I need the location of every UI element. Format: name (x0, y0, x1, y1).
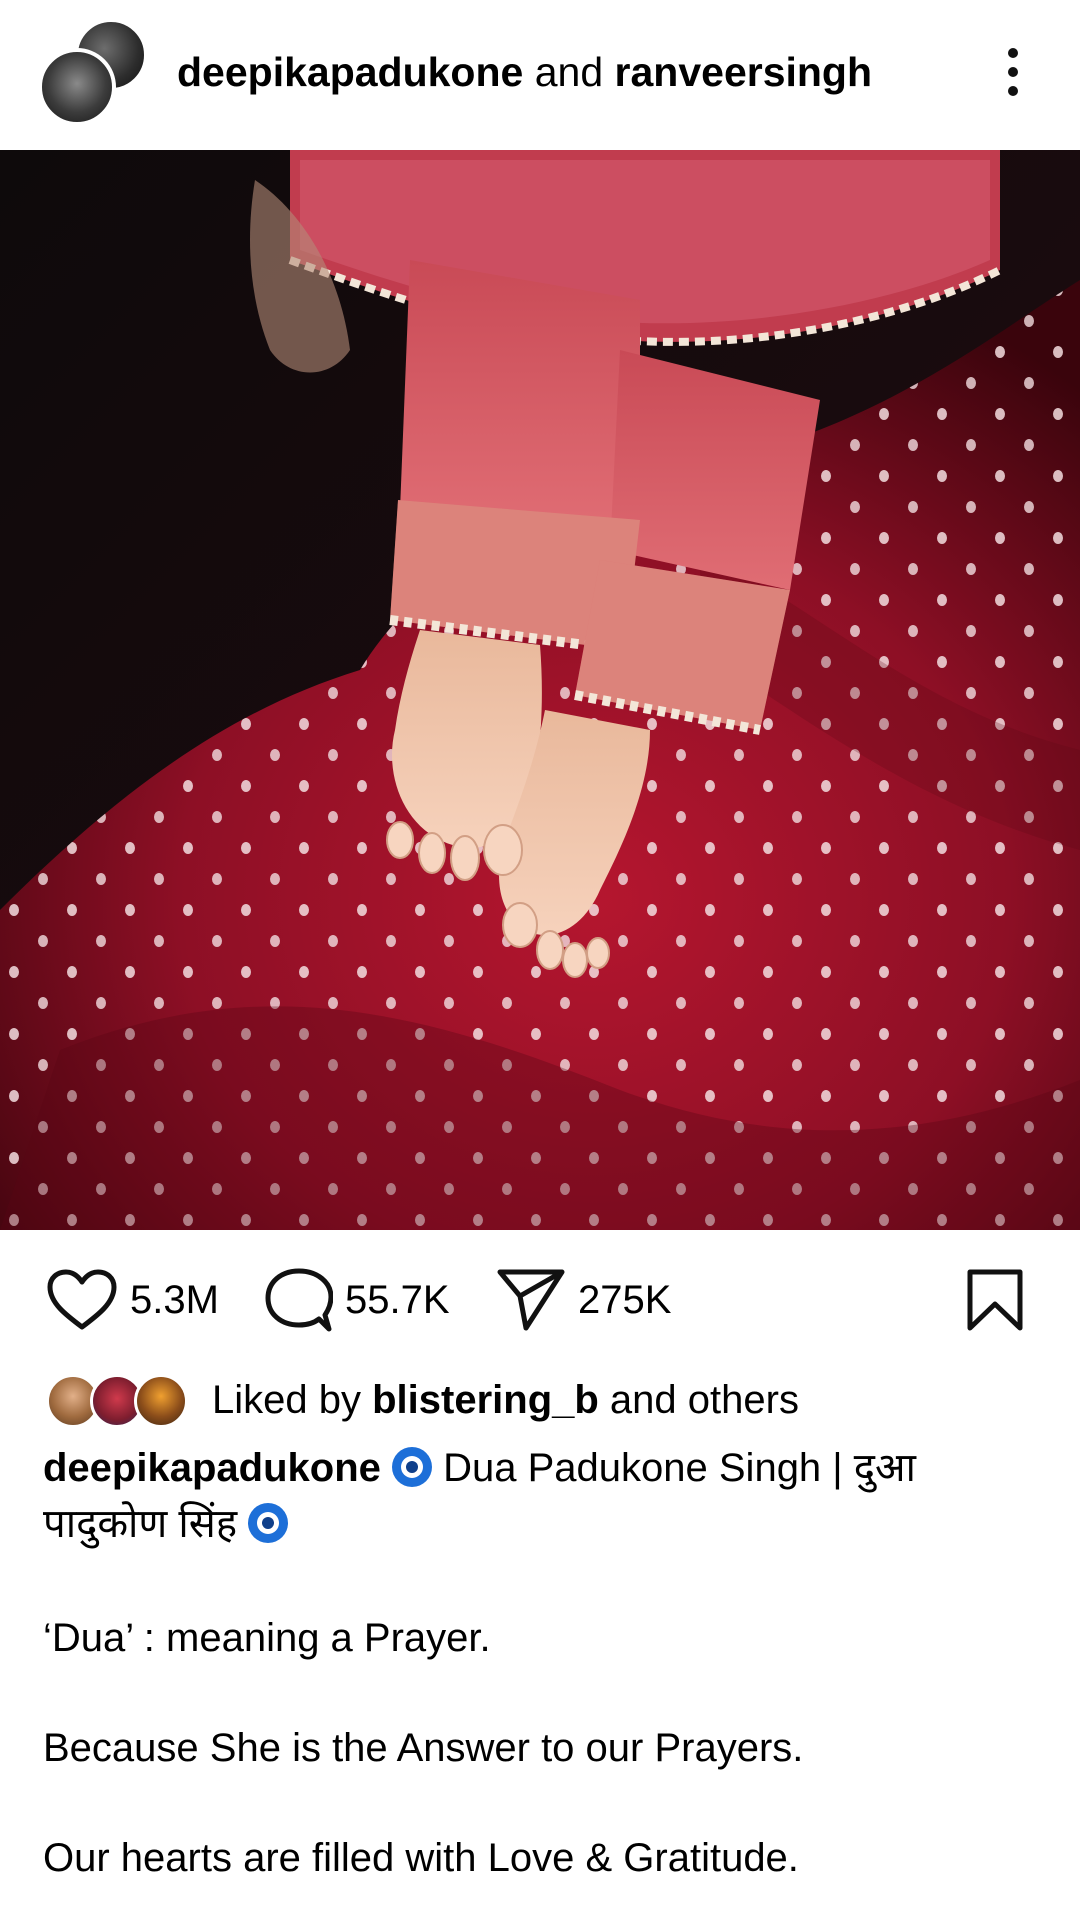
like-count[interactable]: 5.3M (130, 1278, 219, 1323)
post-caption: deepikapadukone Dua Padukone Singh | दुआ… (43, 1440, 1043, 1552)
save-button[interactable] (966, 1268, 1024, 1332)
caption-line-1: Dua Padukone Singh | दुआ (432, 1446, 916, 1490)
avatar-deepikapadukone[interactable] (38, 48, 116, 126)
evil-eye-emoji (248, 1503, 289, 1543)
caption-paragraph-2: Because She is the Answer to our Prayers… (43, 1726, 804, 1770)
action-bar: 5.3M 55.7K 275K (0, 1240, 1080, 1360)
share-count[interactable]: 275K (578, 1278, 671, 1323)
share-icon[interactable] (496, 1268, 566, 1332)
caption-author[interactable]: deepikapadukone (43, 1446, 381, 1490)
liked-by-row[interactable]: Liked by blistering_b and others (46, 1372, 1046, 1432)
author-username-2[interactable]: ranveersingh (615, 49, 873, 95)
comment-icon[interactable] (265, 1267, 333, 1333)
caption-paragraph-1: ‘Dua’ : meaning a Prayer. (43, 1616, 491, 1660)
author-username-1[interactable]: deepikapadukone (177, 49, 523, 95)
baby-feet-photo (0, 150, 1080, 1230)
share-button[interactable]: 275K (496, 1268, 671, 1332)
caption-paragraph-3: Our hearts are filled with Love & Gratit… (43, 1836, 799, 1880)
post-authors: deepikapadukone and ranveersingh (177, 44, 872, 100)
caption-line-2: पादुकोण सिंह (43, 1502, 249, 1546)
evil-eye-emoji (392, 1447, 432, 1487)
like-button[interactable]: 5.3M (46, 1268, 219, 1332)
liker-username[interactable]: blistering_b (372, 1378, 599, 1422)
author-joiner: and (523, 49, 615, 95)
liked-by-text[interactable]: Liked by blistering_b and others (212, 1372, 799, 1428)
liker-avatar (134, 1374, 188, 1428)
post-header: deepikapadukone and ranveersingh (0, 0, 1080, 150)
heart-icon[interactable] (46, 1269, 118, 1331)
bookmark-icon[interactable] (966, 1268, 1024, 1332)
more-options-icon[interactable] (996, 44, 1030, 100)
comment-button[interactable]: 55.7K (265, 1268, 450, 1332)
liker-avatars[interactable] (46, 1374, 188, 1430)
collab-avatars[interactable] (38, 18, 150, 128)
post-image[interactable] (0, 150, 1080, 1230)
comment-count[interactable]: 55.7K (345, 1278, 450, 1323)
